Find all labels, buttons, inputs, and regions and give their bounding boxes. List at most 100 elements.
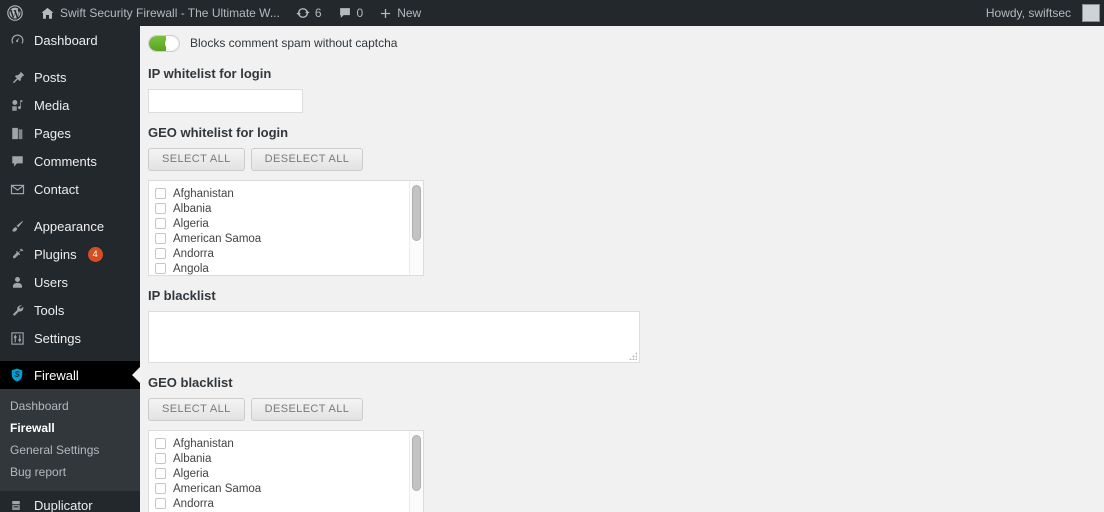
list-item[interactable]: Andorra bbox=[155, 246, 423, 261]
plugins-update-badge: 4 bbox=[87, 246, 103, 262]
firewall-settings-form: Blocks comment spam without captcha IP w… bbox=[140, 32, 1104, 512]
ip-blacklist-title: IP blacklist bbox=[148, 288, 216, 303]
country-checkbox[interactable] bbox=[155, 438, 166, 449]
list-item[interactable]: Algeria bbox=[155, 216, 423, 231]
sidebar-item-media[interactable]: Media bbox=[0, 91, 140, 119]
menu-separator bbox=[0, 352, 140, 361]
list-item[interactable]: American Samoa bbox=[155, 231, 423, 246]
geo-whitelist-select-all-button[interactable]: SELECT ALL bbox=[148, 148, 245, 171]
plugins-plug-icon bbox=[8, 245, 26, 263]
sidebar-item-label: Contact bbox=[34, 181, 79, 197]
geo-whitelist-country-list[interactable]: Afghanistan Albania Algeria American Sam… bbox=[148, 180, 424, 276]
duplicator-icon bbox=[8, 496, 26, 512]
sidebar-item-contact[interactable]: Contact bbox=[0, 175, 140, 203]
my-account-menu[interactable]: Howdy, swiftsec bbox=[978, 0, 1104, 26]
sidebar-item-users[interactable]: Users bbox=[0, 268, 140, 296]
country-label: Albania bbox=[173, 202, 212, 215]
sidebar-item-duplicator[interactable]: Duplicator bbox=[0, 491, 140, 512]
country-label: Andorra bbox=[173, 497, 214, 510]
plus-icon bbox=[379, 7, 392, 20]
list-item[interactable]: American Samoa bbox=[155, 481, 423, 496]
geo-blacklist-select-all-button[interactable]: SELECT ALL bbox=[148, 398, 245, 421]
country-checkbox[interactable] bbox=[155, 218, 166, 229]
country-checkbox[interactable] bbox=[155, 203, 166, 214]
scrollbar-thumb[interactable] bbox=[412, 185, 421, 241]
list-item[interactable]: Albania bbox=[155, 451, 423, 466]
submenu-item-firewall[interactable]: Firewall bbox=[0, 417, 140, 439]
sidebar-item-posts[interactable]: Posts bbox=[0, 63, 140, 91]
list-item[interactable]: Andorra bbox=[155, 496, 423, 511]
sidebar-item-plugins[interactable]: Plugins 4 bbox=[0, 240, 140, 268]
media-icon bbox=[8, 96, 26, 114]
sidebar-item-tools[interactable]: Tools bbox=[0, 296, 140, 324]
country-label: Algeria bbox=[173, 217, 209, 230]
updates-count: 6 bbox=[314, 6, 322, 20]
site-name-menu[interactable]: Swift Security Firewall - The Ultimate W… bbox=[32, 0, 288, 26]
ip-whitelist-input[interactable] bbox=[148, 89, 303, 113]
country-label: American Samoa bbox=[173, 482, 262, 495]
new-content-menu[interactable]: New bbox=[371, 0, 429, 26]
geo-whitelist-deselect-all-button[interactable]: DESELECT ALL bbox=[250, 148, 364, 171]
country-checkbox[interactable] bbox=[155, 498, 166, 509]
country-label: Algeria bbox=[173, 467, 209, 480]
dashboard-icon bbox=[8, 31, 26, 49]
sidebar-item-label: Settings bbox=[34, 330, 81, 346]
scrollbar-thumb[interactable] bbox=[412, 435, 421, 491]
country-checkbox[interactable] bbox=[155, 248, 166, 259]
ip-whitelist-title: IP whitelist for login bbox=[148, 66, 272, 81]
mail-envelope-icon bbox=[8, 180, 26, 198]
tools-wrench-icon bbox=[8, 301, 26, 319]
sidebar-item-label: Comments bbox=[34, 153, 97, 169]
comment-spam-toggle-row: Blocks comment spam without captcha bbox=[148, 32, 1104, 54]
geo-blacklist-scrollbar[interactable] bbox=[409, 431, 423, 512]
sidebar-item-label: Dashboard bbox=[34, 32, 98, 48]
country-checkbox[interactable] bbox=[155, 468, 166, 479]
sidebar-item-pages[interactable]: Pages bbox=[0, 119, 140, 147]
geo-whitelist-buttons: SELECT ALL DESELECT ALL bbox=[148, 148, 1104, 171]
country-label: American Samoa bbox=[173, 232, 262, 245]
ip-blacklist-textarea[interactable] bbox=[148, 311, 640, 363]
sidebar-item-label: Media bbox=[34, 97, 70, 113]
sidebar-item-comments[interactable]: Comments bbox=[0, 147, 140, 175]
main-content: Blocks comment spam without captcha IP w… bbox=[140, 26, 1104, 512]
home-icon bbox=[40, 6, 55, 21]
list-item[interactable]: Angola bbox=[155, 261, 423, 275]
geo-blacklist-title: GEO blacklist bbox=[148, 375, 233, 390]
list-item[interactable]: Algeria bbox=[155, 466, 423, 481]
country-checkbox[interactable] bbox=[155, 188, 166, 199]
sidebar-item-settings[interactable]: Settings bbox=[0, 324, 140, 352]
avatar bbox=[1082, 4, 1100, 22]
posts-pin-icon bbox=[8, 68, 26, 86]
sidebar-item-dashboard[interactable]: Dashboard bbox=[0, 26, 140, 54]
geo-blacklist-deselect-all-button[interactable]: DESELECT ALL bbox=[250, 398, 364, 421]
submenu-item-bug-report[interactable]: Bug report bbox=[0, 461, 140, 483]
country-checkbox[interactable] bbox=[155, 233, 166, 244]
submenu-item-general-settings[interactable]: General Settings bbox=[0, 439, 140, 461]
country-checkbox[interactable] bbox=[155, 483, 166, 494]
sidebar-item-firewall[interactable]: Firewall bbox=[0, 361, 140, 389]
updates-icon bbox=[296, 6, 310, 20]
list-item[interactable]: Albania bbox=[155, 201, 423, 216]
sidebar-item-appearance[interactable]: Appearance bbox=[0, 212, 140, 240]
admin-bar: Swift Security Firewall - The Ultimate W… bbox=[0, 0, 1104, 26]
country-checkbox[interactable] bbox=[155, 453, 166, 464]
list-item[interactable]: Afghanistan bbox=[155, 186, 423, 201]
list-item[interactable]: Afghanistan bbox=[155, 436, 423, 451]
settings-sliders-icon bbox=[8, 329, 26, 347]
updates-menu[interactable]: 6 bbox=[288, 0, 330, 26]
comments-menu[interactable]: 0 bbox=[330, 0, 372, 26]
new-label: New bbox=[397, 6, 422, 20]
wp-logo-menu[interactable] bbox=[0, 0, 32, 26]
geo-whitelist-scrollbar[interactable] bbox=[409, 181, 423, 275]
wordpress-logo-icon bbox=[7, 5, 23, 21]
comments-icon bbox=[8, 152, 26, 170]
country-checkbox[interactable] bbox=[155, 263, 166, 274]
sidebar-item-label: Duplicator bbox=[34, 497, 93, 512]
sidebar-item-label: Pages bbox=[34, 125, 71, 141]
submenu-item-dashboard[interactable]: Dashboard bbox=[0, 395, 140, 417]
comment-spam-toggle[interactable] bbox=[148, 34, 180, 52]
sidebar-item-label: Tools bbox=[34, 302, 65, 318]
sidebar-item-label: Firewall bbox=[34, 367, 79, 383]
sidebar-item-label: Posts bbox=[34, 69, 67, 85]
geo-blacklist-country-list[interactable]: Afghanistan Albania Algeria American Sam… bbox=[148, 430, 424, 512]
